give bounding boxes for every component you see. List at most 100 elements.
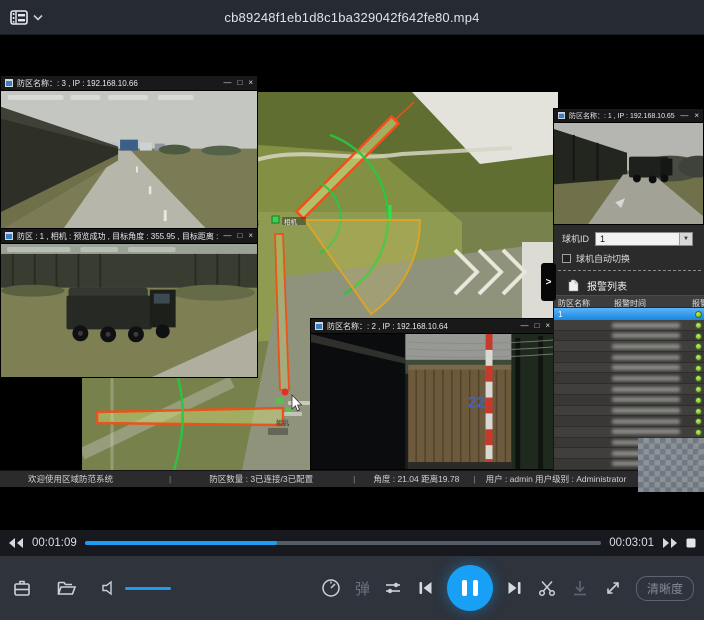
pause-icon <box>462 580 467 596</box>
blurred-alarm-time <box>612 408 680 413</box>
alarm-status-icon <box>695 354 702 361</box>
status-separator: | <box>169 474 171 484</box>
pause-button[interactable] <box>447 565 493 611</box>
alarm-row[interactable] <box>554 373 704 384</box>
film-icon[interactable] <box>10 10 28 25</box>
alarm-status-icon <box>695 322 702 329</box>
camera-window-title: 防区名称：: 3 , IP : 192.168.10.66 <box>17 78 219 89</box>
alarm-row[interactable] <box>554 427 704 438</box>
alarm-status-icon <box>695 429 702 436</box>
detection-beam-horizontal <box>97 408 283 425</box>
progress-fill <box>85 541 278 545</box>
blurred-alarm-time <box>612 365 680 370</box>
alarm-row[interactable] <box>554 341 704 352</box>
blurred-alarm-time <box>612 397 680 402</box>
alarm-status-icon <box>695 397 702 404</box>
chevron-down-icon[interactable] <box>33 14 43 21</box>
status-welcome: 欢迎使用区域防范系统 <box>28 473 113 485</box>
window-icon <box>315 322 323 330</box>
close-button: × <box>694 112 699 120</box>
control-side-panel: 球机ID 1 ▼ 球机自动切换 报警列表 防区名称 <box>553 225 704 470</box>
status-user: 用户 : admin 用户级别 : Administrator <box>486 473 627 485</box>
camera-window-title: 防区名称：: 1 , IP : 192.168.10.65 <box>569 111 676 121</box>
alarm-row[interactable] <box>554 395 704 406</box>
camera-feed-zone3 <box>1 91 257 230</box>
player-controls: 弹 <box>0 556 704 620</box>
video-surface[interactable]: 3 相机 相机 防区名称：: 3 , IP : 192.168.10.66 <box>0 35 704 530</box>
quality-button[interactable]: 清晰度 <box>636 576 694 601</box>
camera-window-zone3: 防区名称：: 3 , IP : 192.168.10.66 — □ × <box>0 75 258 230</box>
volume-slider[interactable] <box>125 587 171 590</box>
alarm-row[interactable] <box>554 363 704 374</box>
mosaic-blur-patch <box>638 438 704 492</box>
status-zone-count: 防区数量 : 3已连接/3已配置 <box>209 473 313 485</box>
rewind-icon[interactable] <box>8 537 24 549</box>
blurred-alarm-time <box>612 419 680 424</box>
camera-window-title: 防区名称：: 2 , IP : 192.168.10.64 <box>327 321 516 332</box>
alarm-row[interactable] <box>554 331 704 342</box>
alarm-list-icon <box>568 279 579 292</box>
alarm-status-icon <box>695 375 702 382</box>
dropdown-arrow-icon: ▼ <box>679 233 692 245</box>
panel-divider <box>558 270 701 271</box>
ball-id-label: 球机ID <box>562 232 589 245</box>
alarm-status-icon <box>695 386 702 393</box>
stop-icon[interactable] <box>686 538 696 548</box>
panel-collapse-tab: > <box>541 263 556 301</box>
camera-feed-zone1-tracking <box>1 244 257 378</box>
camera-window-zone1-tracking: 防区 : 1 , 相机 : 预览成功 , 目标角度 : 355.95 , 目标距… <box>0 228 258 378</box>
blurred-alarm-time <box>612 387 680 392</box>
minimize-button: — <box>680 112 688 120</box>
alarm-row-selected: 1 <box>554 308 704 320</box>
status-separator: | <box>353 474 355 484</box>
camera-window-titlebar: 防区名称：: 1 , IP : 192.168.10.65 — × <box>554 109 703 123</box>
download-icon[interactable] <box>570 578 590 598</box>
previous-icon[interactable] <box>416 579 434 597</box>
minimize-button: — <box>223 232 231 240</box>
camera-window-zone2: 防区名称：: 2 , IP : 192.168.10.64 — □ × <box>310 318 555 470</box>
close-button: × <box>545 322 550 330</box>
svg-text:22: 22 <box>468 394 486 411</box>
camera-window-title: 防区 : 1 , 相机 : 预览成功 , 目标角度 : 355.95 , 目标距… <box>17 231 219 242</box>
alarm-row[interactable] <box>554 406 704 417</box>
svg-text:相机: 相机 <box>276 418 290 427</box>
auto-switch-label: 球机自动切换 <box>576 252 630 265</box>
minimize-button: — <box>520 322 528 330</box>
alarm-row[interactable] <box>554 416 704 427</box>
blurred-alarm-time <box>612 355 680 360</box>
seek-track[interactable] <box>85 541 601 545</box>
camera-feed-zone1 <box>554 123 703 225</box>
blurred-alarm-time <box>612 429 680 434</box>
camera-window-titlebar: 防区 : 1 , 相机 : 预览成功 , 目标角度 : 355.95 , 目标距… <box>1 229 257 244</box>
camera-window-titlebar: 防区名称：: 3 , IP : 192.168.10.66 — □ × <box>1 76 257 91</box>
maximize-button: □ <box>237 79 242 87</box>
alarm-row[interactable] <box>554 352 704 363</box>
alarm-row[interactable] <box>554 320 704 331</box>
window-icon <box>5 79 13 87</box>
next-icon[interactable] <box>506 579 524 597</box>
svg-text:相机: 相机 <box>284 217 298 226</box>
alarm-table-header: 防区名称 报警时间 报警 <box>554 295 704 308</box>
fullscreen-icon[interactable] <box>603 578 623 598</box>
alarm-status-icon <box>695 343 702 350</box>
alarm-row[interactable] <box>554 384 704 395</box>
camera-feed-zone2: 22 <box>311 334 554 470</box>
blurred-alarm-time <box>612 333 680 338</box>
playlist-icon[interactable] <box>12 578 32 598</box>
selected-zone-value: 1 <box>558 310 562 319</box>
fast-forward-icon[interactable] <box>662 537 678 549</box>
playback-speed-icon[interactable] <box>320 577 342 599</box>
maximize-button: □ <box>534 322 539 330</box>
minimize-button: — <box>223 79 231 87</box>
volume-icon[interactable] <box>101 580 117 596</box>
danmaku-toggle[interactable]: 弹 <box>355 578 370 599</box>
pause-icon <box>473 580 478 596</box>
blurred-alarm-time <box>612 376 680 381</box>
alarm-list-title: 报警列表 <box>587 278 627 293</box>
striped-pole <box>486 334 493 470</box>
open-folder-icon[interactable] <box>56 578 77 598</box>
settings-sliders-icon[interactable] <box>383 578 403 598</box>
cut-icon[interactable] <box>537 578 557 598</box>
alarm-status-icon <box>695 333 702 340</box>
player-titlebar: cb89248f1eb1d8c1ba329042f642fe80.mp4 <box>0 0 704 35</box>
